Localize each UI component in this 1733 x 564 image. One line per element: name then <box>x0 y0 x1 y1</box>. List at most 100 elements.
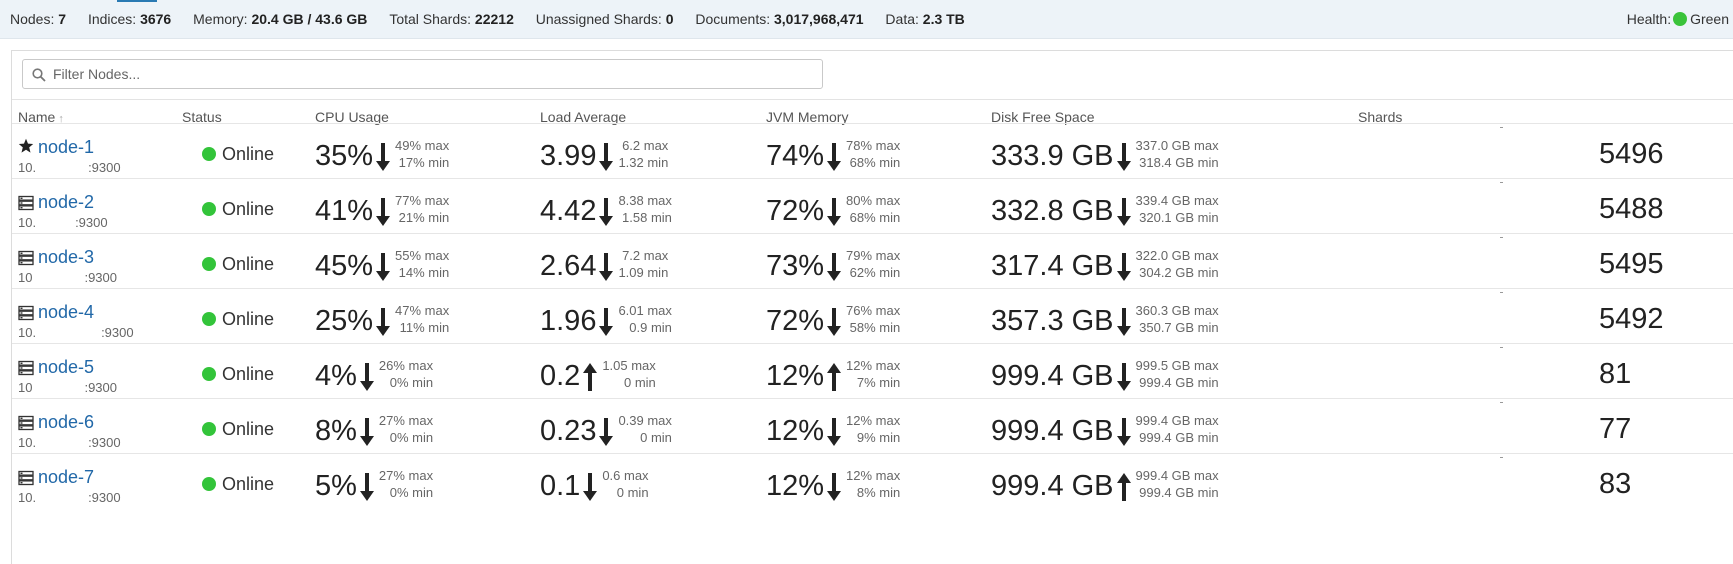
trend-down-icon <box>1116 308 1131 336</box>
node-name-link[interactable]: node-1 <box>38 137 94 158</box>
trend-down-icon <box>827 308 842 336</box>
node-name-link[interactable]: node-2 <box>38 192 94 213</box>
cpu-range: 77% max 21% min <box>395 192 449 226</box>
disk-min-value: 350.7 GB min <box>1139 320 1219 335</box>
disk-range: 360.3 GB max 350.7 GB min <box>1136 302 1219 336</box>
node-status: Online <box>202 419 274 440</box>
jvm-current-value: 12% <box>766 360 825 392</box>
jvm-range: 80% max 68% min <box>846 192 900 226</box>
online-status-icon <box>202 147 216 161</box>
cpu-range: 47% max 11% min <box>395 302 449 336</box>
online-status-icon <box>202 422 216 436</box>
filter-nodes-field[interactable] <box>22 59 823 89</box>
table-row: node-2 10. :9300 Online 41% 77% max 21% mi… <box>12 178 1733 233</box>
health-status-icon <box>1673 12 1688 26</box>
trend-down-icon <box>359 473 374 501</box>
cpu-current-value: 35% <box>315 140 374 172</box>
cpu-current-value: 4% <box>315 360 357 392</box>
trend-down-icon <box>1116 418 1131 446</box>
online-status-icon <box>202 257 216 271</box>
disk-current-value: 999.4 GB <box>991 415 1114 447</box>
disk-max-value: 360.3 GB max <box>1135 303 1219 318</box>
trend-up-icon <box>583 363 598 391</box>
load-current-value: 0.2 <box>540 360 581 392</box>
load-max-value: 1.05 max <box>602 358 656 373</box>
disk-current-value: 999.4 GB <box>991 470 1114 502</box>
load-current-value: 2.64 <box>540 250 597 282</box>
node-name-link[interactable]: node-5 <box>38 357 94 378</box>
trend-down-icon <box>376 253 391 281</box>
trend-down-icon <box>1116 253 1131 281</box>
jvm-min-value: 8% min <box>856 485 901 500</box>
stat-nodes: Nodes: 7 <box>10 11 67 27</box>
cpu-min-value: 17% min <box>398 155 450 170</box>
cpu-max-value: 27% max <box>378 468 434 483</box>
cpu-current-value: 45% <box>315 250 374 282</box>
node-name-link[interactable]: node-6 <box>38 412 94 433</box>
online-status-icon <box>202 367 216 381</box>
jvm-min-value: 68% min <box>849 155 901 170</box>
column-divider <box>1500 182 1503 185</box>
disk-range: 339.4 GB max 320.1 GB min <box>1136 192 1219 226</box>
disk-range: 322.0 GB max 304.2 GB min <box>1136 247 1219 281</box>
load-current-value: 3.99 <box>540 140 597 172</box>
server-icon <box>18 415 34 431</box>
load-max-value: 7.2 max <box>622 248 669 263</box>
trend-down-icon <box>599 418 614 446</box>
jvm-current-value: 72% <box>766 195 825 227</box>
jvm-min-value: 7% min <box>856 375 901 390</box>
disk-range: 999.4 GB max 999.4 GB min <box>1136 412 1219 446</box>
load-min-value: 0 min <box>624 375 656 390</box>
filter-nodes-input[interactable] <box>53 64 813 84</box>
node-address: 10 :9300 <box>18 270 117 285</box>
cpu-max-value: 47% max <box>395 303 450 318</box>
cpu-min-value: 21% min <box>398 210 450 225</box>
node-status: Online <box>202 364 274 385</box>
cpu-current-value: 41% <box>315 195 374 227</box>
nodes-panel: Name↑ Status CPU Usage Load Average JVM … <box>11 50 1733 564</box>
node-address: 10 :9300 <box>18 380 117 395</box>
table-row: node-6 10. :9300 Online 8% 27% max 0% min … <box>12 398 1733 453</box>
node-name-link[interactable]: node-4 <box>38 302 94 323</box>
disk-current-value: 317.4 GB <box>991 250 1114 282</box>
trend-down-icon <box>827 143 842 171</box>
node-shards-count: 5488 <box>1599 193 1664 225</box>
cpu-range: 27% max 0% min <box>379 467 433 501</box>
disk-current-value: 357.3 GB <box>991 305 1114 337</box>
node-address: 10. :9300 <box>18 435 121 450</box>
jvm-current-value: 72% <box>766 305 825 337</box>
jvm-max-value: 76% max <box>846 303 901 318</box>
disk-max-value: 339.4 GB max <box>1135 193 1219 208</box>
cpu-min-value: 0% min <box>389 375 434 390</box>
jvm-max-value: 12% max <box>846 468 901 483</box>
trend-down-icon <box>376 198 391 226</box>
disk-max-value: 999.5 GB max <box>1135 358 1219 373</box>
disk-min-value: 320.1 GB min <box>1139 210 1219 225</box>
server-icon <box>18 360 34 376</box>
jvm-current-value: 73% <box>766 250 825 282</box>
node-shards-count: 5496 <box>1599 138 1664 170</box>
trend-down-icon <box>827 473 842 501</box>
load-current-value: 1.96 <box>540 305 597 337</box>
trend-down-icon <box>599 308 614 336</box>
jvm-range: 76% max 58% min <box>846 302 900 336</box>
node-name-link[interactable]: node-7 <box>38 467 94 488</box>
cpu-range: 27% max 0% min <box>379 412 433 446</box>
server-icon <box>18 470 34 486</box>
disk-current-value: 999.4 GB <box>991 360 1114 392</box>
load-min-value: 1.58 min <box>622 210 672 225</box>
trend-down-icon <box>599 143 614 171</box>
jvm-current-value: 12% <box>766 415 825 447</box>
jvm-range: 12% max 7% min <box>846 357 900 391</box>
node-status: Online <box>202 474 274 495</box>
cpu-max-value: 27% max <box>378 413 434 428</box>
trend-down-icon <box>827 418 842 446</box>
node-name-link[interactable]: node-3 <box>38 247 94 268</box>
column-divider <box>1500 127 1503 130</box>
cpu-range: 55% max 14% min <box>395 247 449 281</box>
disk-range: 999.5 GB max 999.4 GB min <box>1136 357 1219 391</box>
trend-down-icon <box>827 198 842 226</box>
disk-min-value: 999.4 GB min <box>1139 430 1219 445</box>
stat-documents: Documents: 3,017,968,471 <box>695 11 864 27</box>
load-max-value: 6.2 max <box>622 138 669 153</box>
